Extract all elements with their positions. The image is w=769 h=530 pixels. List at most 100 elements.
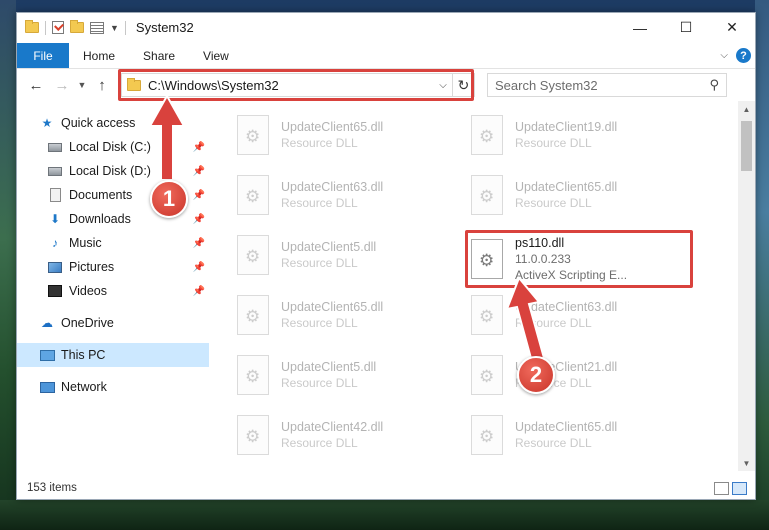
folder-icon: [25, 20, 39, 33]
tab-home[interactable]: Home: [69, 43, 129, 68]
sidebar-item-label: Quick access: [61, 116, 136, 130]
item-count: 153 items: [27, 482, 77, 494]
sidebar-item-this-pc[interactable]: This PC: [17, 343, 209, 367]
dll-file-icon: ⚙: [471, 175, 503, 215]
file-item[interactable]: ⚙ UpdateClient65.dll Resource DLL: [233, 287, 459, 343]
pin-icon[interactable]: 📌: [193, 166, 205, 177]
documents-icon: [47, 188, 63, 202]
search-input[interactable]: Search System32: [495, 78, 598, 93]
dll-file-icon: ⚙: [471, 239, 503, 279]
main-area: ★ Quick access Local Disk (C:) 📌 Local D…: [17, 101, 755, 471]
new-folder-icon[interactable]: [70, 20, 84, 33]
maximize-button[interactable]: ☐: [663, 13, 709, 43]
sidebar-item-pictures[interactable]: Pictures 📌: [17, 255, 209, 279]
drive-icon: [47, 164, 63, 178]
tab-view[interactable]: View: [189, 43, 243, 68]
file-item[interactable]: ⚙ UpdateClient5.dll Resource DLL: [233, 227, 459, 283]
sidebar-item-local-disk-d[interactable]: Local Disk (D:) 📌: [17, 159, 209, 183]
expand-ribbon-chevron-icon[interactable]: ⌵: [720, 50, 728, 61]
file-item[interactable]: ⚙ UpdateClient65.dll Resource DLL: [467, 167, 693, 223]
file-name: UpdateClient63.dll: [515, 300, 618, 314]
videos-icon: [47, 284, 63, 298]
sidebar-item-label: Local Disk (D:): [69, 164, 151, 178]
pin-icon[interactable]: 📌: [193, 214, 205, 225]
pin-icon[interactable]: 📌: [193, 190, 205, 201]
file-name: UpdateClient63.dll: [281, 180, 384, 194]
file-name: UpdateClient65.dll: [515, 420, 618, 434]
downloads-icon: ⬇: [49, 212, 61, 226]
ribbon-right-controls: ⌵ ?: [720, 43, 755, 68]
dll-file-icon: ⚙: [237, 115, 269, 155]
drive-icon: [47, 140, 63, 154]
cloud-icon: ☁: [41, 316, 53, 330]
search-box[interactable]: Search System32 ⚲: [487, 73, 727, 97]
pin-icon[interactable]: 📌: [193, 142, 205, 153]
file-name: UpdateClient5.dll: [281, 240, 377, 254]
dll-file-icon: ⚙: [237, 175, 269, 215]
customize-toolbar-chevron-icon[interactable]: ▼: [110, 23, 119, 33]
help-icon[interactable]: ?: [736, 48, 751, 63]
file-item-ps110-dll[interactable]: ⚙ ps110.dll 11.0.0.233 ActiveX Scripting…: [467, 227, 693, 291]
file-list: ⚙ UpdateClient65.dll Resource DLL ⚙ Updat…: [209, 101, 755, 471]
desktop-background-left: [0, 0, 16, 530]
vertical-scrollbar[interactable]: ▲ ▼: [738, 101, 755, 471]
desktop-background-right: [755, 0, 769, 530]
sidebar-item-label: Videos: [69, 284, 107, 298]
properties-check-icon[interactable]: [52, 21, 64, 34]
file-item[interactable]: ⚙ UpdateClient63.dll Resource DLL: [467, 287, 693, 343]
file-item[interactable]: ⚙ UpdateClient19.dll Resource DLL: [467, 107, 693, 163]
tab-file[interactable]: File: [17, 43, 69, 68]
minimize-button[interactable]: —: [617, 13, 663, 43]
address-dropdown-chevron-icon[interactable]: ⌵: [434, 80, 452, 91]
file-explorer-window: ▼ System32 — ☐ ✕ File Home Share View ⌵ …: [16, 12, 756, 500]
file-description: Resource DLL: [515, 436, 592, 450]
pin-icon[interactable]: 📌: [193, 286, 205, 297]
file-description: Resource DLL: [281, 316, 358, 330]
file-item[interactable]: ⚙ UpdateClient65.dll Resource DLL: [467, 407, 693, 463]
details-view-icon[interactable]: [714, 481, 729, 495]
dll-file-icon: ⚙: [471, 115, 503, 155]
file-item[interactable]: ⚙ UpdateClient42.dll Resource DLL: [233, 407, 459, 463]
address-path[interactable]: C:\Windows\System32: [148, 78, 279, 93]
sidebar-item-music[interactable]: ♪ Music 📌: [17, 231, 209, 255]
back-button[interactable]: ←: [23, 73, 49, 97]
desktop-background-bottom: [0, 500, 769, 530]
dll-file-icon: ⚙: [471, 295, 503, 335]
file-item[interactable]: ⚙ UpdateClient5.dll Resource DLL: [233, 347, 459, 403]
sidebar-item-label: Music: [69, 236, 102, 250]
quick-access-toolbar: ▼: [17, 20, 126, 35]
tab-share[interactable]: Share: [129, 43, 189, 68]
sidebar-item-local-disk-c[interactable]: Local Disk (C:) 📌: [17, 135, 209, 159]
sidebar-item-videos[interactable]: Videos 📌: [17, 279, 209, 303]
forward-button[interactable]: →: [49, 73, 75, 97]
recent-locations-chevron-icon[interactable]: ▼: [75, 73, 89, 97]
tiles-view-icon[interactable]: [732, 481, 747, 495]
sidebar-item-onedrive[interactable]: ☁ OneDrive: [17, 311, 209, 335]
file-description: Resource DLL: [281, 136, 358, 150]
close-button[interactable]: ✕: [709, 13, 755, 43]
sidebar-item-network[interactable]: Network: [17, 375, 209, 399]
sidebar-item-label: Local Disk (C:): [69, 140, 151, 154]
scroll-down-icon[interactable]: ▼: [738, 455, 755, 471]
file-description: Resource DLL: [515, 316, 592, 330]
navigation-bar: ← → ▼ ↑ C:\Windows\System32 ⌵ ↻ Search S…: [17, 69, 755, 101]
file-item[interactable]: ⚙ UpdateClient63.dll Resource DLL: [233, 167, 459, 223]
sidebar-item-quick-access[interactable]: ★ Quick access: [17, 111, 209, 135]
computer-icon: [39, 348, 55, 362]
music-icon: ♪: [52, 236, 58, 250]
step-1-badge: 1: [150, 180, 188, 218]
scroll-thumb[interactable]: [741, 121, 752, 171]
scroll-up-icon[interactable]: ▲: [738, 101, 755, 117]
dll-file-icon: ⚙: [471, 415, 503, 455]
sidebar-item-label: Pictures: [69, 260, 115, 274]
file-item[interactable]: ⚙ UpdateClient21.dll Resource DLL: [467, 347, 693, 403]
address-bar[interactable]: C:\Windows\System32 ⌵ ↻: [118, 69, 475, 101]
dll-file-icon: ⚙: [237, 235, 269, 275]
pin-icon[interactable]: 📌: [193, 238, 205, 249]
refresh-button[interactable]: ↻: [452, 74, 474, 96]
up-button[interactable]: ↑: [89, 73, 115, 97]
file-item[interactable]: ⚙ UpdateClient65.dll Resource DLL: [233, 107, 459, 163]
rename-icon[interactable]: [90, 21, 104, 34]
pin-icon[interactable]: 📌: [193, 262, 205, 273]
search-icon[interactable]: ⚲: [709, 77, 719, 93]
